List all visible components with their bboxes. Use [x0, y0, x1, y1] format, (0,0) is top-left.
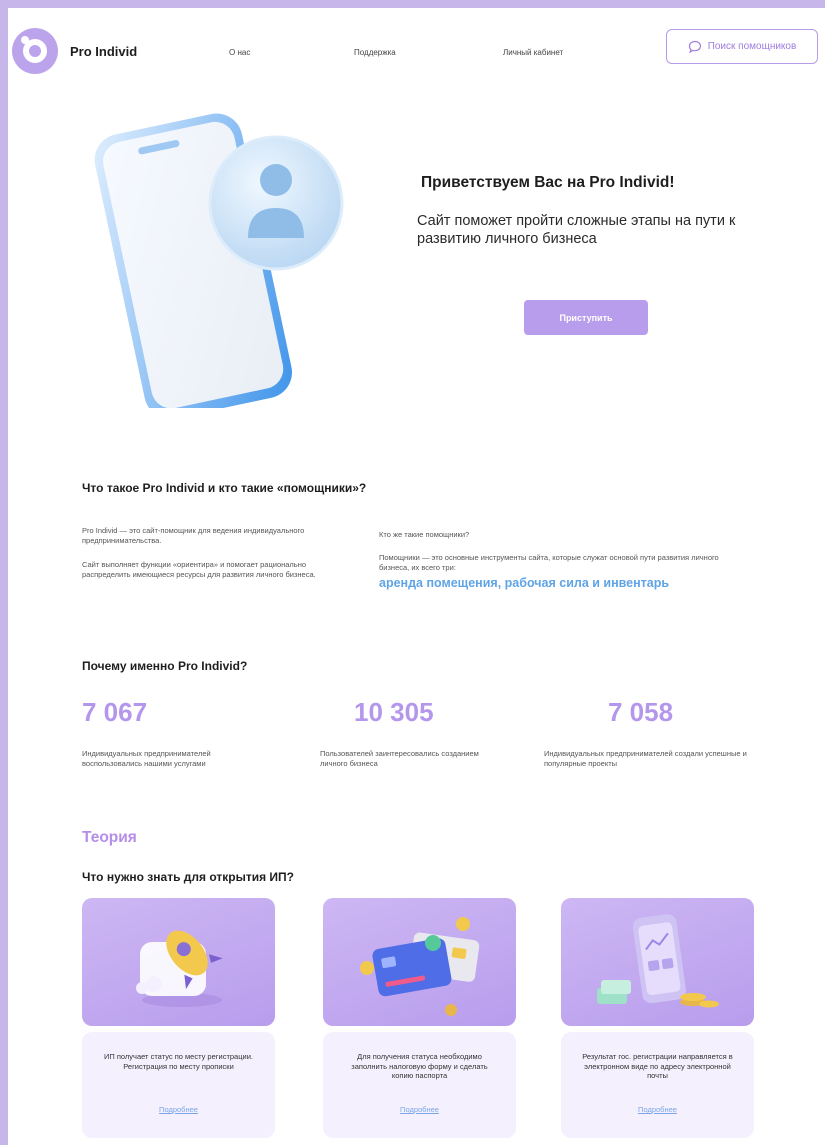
- rocket-icon: [136, 930, 223, 1007]
- stat-value: 7 058: [608, 697, 674, 727]
- nav-about[interactable]: О нас: [229, 48, 250, 57]
- about-left-paragraph-1: Pro Individ — это сайт-помощник для веде…: [82, 526, 305, 545]
- chat-bubble-icon: [688, 40, 701, 53]
- page: Pro Individ О нас Поддержка Личный кабин…: [8, 8, 825, 1145]
- card-more-link[interactable]: Подробнее: [82, 1105, 275, 1114]
- start-button[interactable]: Приступить: [524, 300, 648, 335]
- card-more-link[interactable]: Подробнее: [561, 1105, 754, 1114]
- theory-title: Что нужно знать для открытия ИП?: [82, 870, 295, 884]
- search-helpers-button[interactable]: Поиск помощников: [666, 29, 818, 64]
- hero-subtitle: Сайт поможет пройти сложные этапы на пут…: [417, 213, 736, 247]
- stat-caption: Индивидуальных предпринимателей воспольз…: [82, 749, 211, 768]
- card-text: ИП получает статус по месту регистрации.…: [103, 1052, 253, 1071]
- stat-value: 10 305: [354, 697, 434, 727]
- about-left-paragraph-2: Сайт выполняет функции «ориентира» и пом…: [82, 560, 316, 579]
- card-more-link[interactable]: Подробнее: [323, 1105, 516, 1114]
- card-image-rocket: [82, 898, 275, 1026]
- phone-profile-illustration: [94, 113, 344, 408]
- card-image-credit-card: [323, 898, 516, 1026]
- phone-money-icon: [597, 914, 719, 1008]
- logo[interactable]: [12, 28, 58, 74]
- about-title: Что такое Pro Individ и кто такие «помощ…: [82, 481, 367, 495]
- theory-card: Результат гос. регистрации направляется …: [561, 1032, 754, 1138]
- why-title: Почему именно Pro Individ?: [82, 659, 248, 673]
- theory-card: ИП получает статус по месту регистрации.…: [82, 1032, 275, 1138]
- card-text: Результат гос. регистрации направляется …: [582, 1052, 733, 1080]
- hero-title: Приветствуем Вас на Pro Individ!: [421, 174, 675, 191]
- stat-value: 7 067: [82, 697, 148, 727]
- search-helpers-label: Поиск помощников: [707, 41, 797, 52]
- nav-account[interactable]: Личный кабинет: [503, 48, 563, 57]
- card-image-phone-money: [561, 898, 754, 1026]
- stat-caption: Пользователей заинтересовались созданием…: [320, 749, 479, 768]
- helpers-highlight: аренда помещения, рабочая сила и инвента…: [379, 576, 670, 590]
- theory-label: Теория: [82, 829, 137, 846]
- about-right-paragraph: Помощники — это основные инструменты сай…: [379, 553, 719, 572]
- theory-card: Для получения статуса необходимо заполни…: [323, 1032, 516, 1138]
- stat-caption: Индивидуальных предпринимателей создали …: [544, 749, 747, 768]
- about-right-question: Кто же такие помощники?: [379, 530, 470, 539]
- brand-name[interactable]: Pro Individ: [70, 44, 137, 59]
- credit-card-icon: [360, 917, 480, 1016]
- card-text: Для получения статуса необходимо заполни…: [351, 1052, 488, 1080]
- nav-support[interactable]: Поддержка: [354, 48, 396, 57]
- logo-dot: [21, 36, 29, 44]
